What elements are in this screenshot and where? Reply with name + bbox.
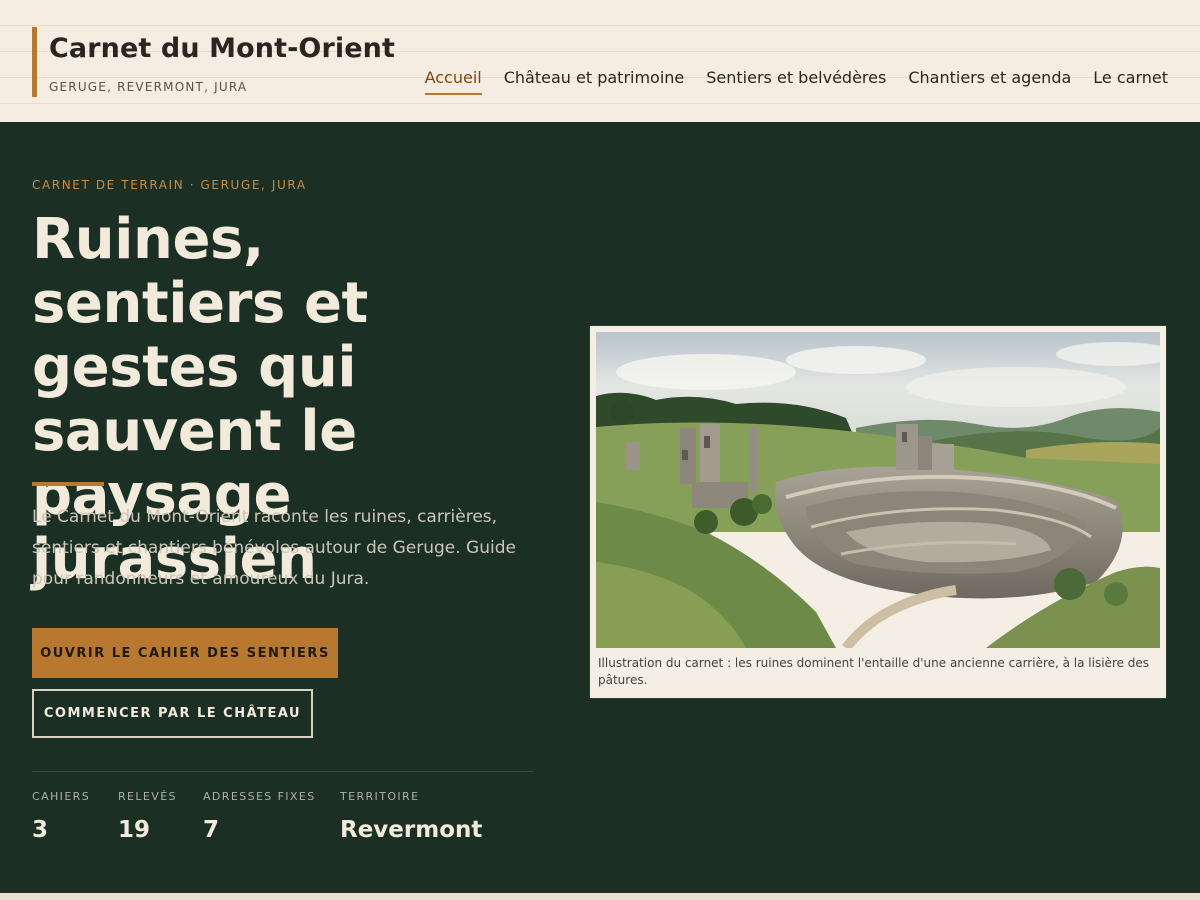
stat-value: 19 <box>118 817 151 843</box>
stat-value: 3 <box>32 817 49 843</box>
page-bottom-edge <box>0 892 1200 900</box>
stat-adresses: ADRESSES FIXES 7 <box>203 790 316 843</box>
brand-block[interactable]: Carnet du Mont-Orient GERUGE, REVERMONT,… <box>32 27 395 97</box>
figure-caption: Illustration du carnet : les ruines domi… <box>598 656 1150 687</box>
hero-section: CARNET DE TERRAIN · GERUGE, JURA Ruines,… <box>0 124 1200 892</box>
title-divider <box>32 482 104 486</box>
site-title[interactable]: Carnet du Mont-Orient <box>49 35 395 62</box>
hero-figure: Illustration du carnet : les ruines domi… <box>589 325 1167 699</box>
nav-item-chantiers[interactable]: Chantiers et agenda <box>908 68 1071 93</box>
stat-cahiers: CAHIERS 3 <box>32 790 90 843</box>
stat-territoire: TERRITOIRE Revermont <box>340 790 482 843</box>
stat-value: 7 <box>203 817 220 843</box>
open-trails-button[interactable]: OUVRIR LE CAHIER DES SENTIERS <box>32 628 338 678</box>
stats-row: CAHIERS 3 RELEVÉS 19 ADRESSES FIXES 7 TE… <box>32 771 534 871</box>
quarry-ruins-illustration <box>596 332 1160 648</box>
start-castle-button[interactable]: COMMENCER PAR LE CHÂTEAU <box>32 689 313 738</box>
site-header: Carnet du Mont-Orient GERUGE, REVERMONT,… <box>0 0 1200 124</box>
stat-label: ADRESSES FIXES <box>203 790 316 803</box>
nav-item-sentiers[interactable]: Sentiers et belvédères <box>706 68 886 93</box>
hero-lead: Le Carnet du Mont-Orient raconte les rui… <box>32 507 516 589</box>
stat-label: CAHIERS <box>32 790 91 803</box>
nav-item-carnet[interactable]: Le carnet <box>1093 68 1168 93</box>
stat-releves: RELEVÉS 19 <box>118 790 177 843</box>
stat-label: TERRITOIRE <box>340 790 420 803</box>
site-subtitle: GERUGE, REVERMONT, JURA <box>49 80 248 94</box>
stat-label: RELEVÉS <box>118 790 177 803</box>
nav-item-accueil[interactable]: Accueil <box>424 68 482 95</box>
nav-item-chateau[interactable]: Château et patrimoine <box>504 68 685 93</box>
main-nav: Accueil Château et patrimoine Sentiers e… <box>424 68 1168 95</box>
stat-value: Revermont <box>340 817 483 843</box>
hero-eyebrow: CARNET DE TERRAIN · GERUGE, JURA <box>32 178 307 192</box>
